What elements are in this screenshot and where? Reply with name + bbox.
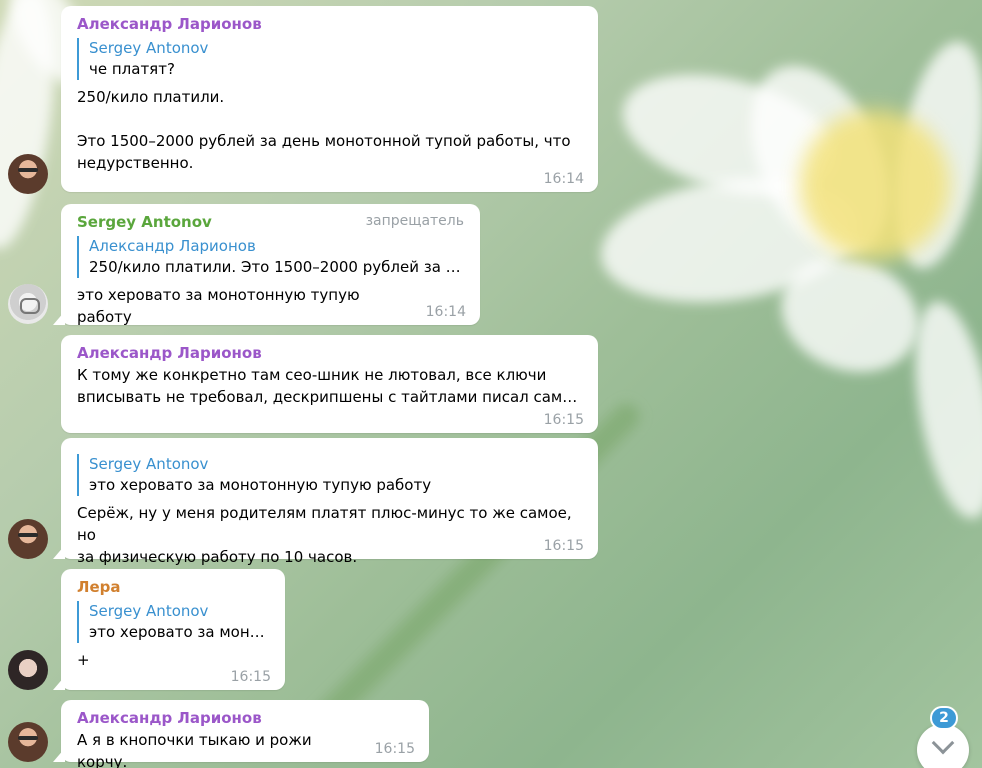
reply-quote[interactable]: Sergey Antonov это херовато за моно… (77, 601, 269, 643)
message-text: Серёж, ну у меня родителям платят плюс-м… (77, 504, 572, 566)
message-time: 16:15 (543, 538, 584, 554)
scroll-down-button[interactable] (917, 724, 969, 768)
avatar[interactable] (8, 722, 48, 762)
message-bubble[interactable]: Sergey Antonov запрещатель Александр Лар… (61, 204, 480, 326)
message-bubble[interactable]: Александр Ларионов К тому же конкретно т… (61, 335, 598, 433)
message-author[interactable]: Александр Ларионов (77, 342, 582, 364)
member-role: запрещатель (365, 213, 464, 229)
message-time: 16:14 (425, 304, 466, 320)
quote-text: это херовато за моно… (89, 623, 269, 641)
message-text: А я в кнопочки тыкаю и рожи корчу. (77, 731, 312, 768)
message-text: К тому же конкретно там сео-шник не люто… (77, 366, 578, 406)
reply-quote[interactable]: Sergey Antonov это херовато за монотонну… (77, 454, 582, 496)
message-bubble[interactable]: Sergey Antonov это херовато за монотонну… (61, 438, 598, 566)
quote-author: Sergey Antonov (89, 455, 209, 473)
message-bubble[interactable]: Лера Sergey Antonov это херовато за моно… (61, 569, 285, 690)
message-author[interactable]: Лера (77, 576, 269, 598)
message-list[interactable]: Александр Ларионов Sergey Antonov че пла… (0, 0, 982, 768)
avatar[interactable] (8, 284, 48, 324)
message-text: 250/кило платили. Это 1500–2000 рублей з… (77, 88, 571, 172)
unread-count-badge[interactable]: 2 (930, 706, 958, 730)
quote-text: че платят? (89, 60, 175, 78)
message-bubble[interactable]: Александр Ларионов Sergey Antonov че пла… (61, 6, 598, 192)
avatar[interactable] (8, 154, 48, 194)
message-author[interactable]: Александр Ларионов (77, 707, 413, 729)
avatar[interactable] (8, 650, 48, 690)
message-text: + (77, 651, 90, 669)
quote-text: это херовато за монотонную тупую работу (89, 476, 432, 494)
chevron-down-icon (931, 731, 955, 755)
message-time: 16:15 (543, 412, 584, 428)
reply-quote[interactable]: Александр Ларионов 250/кило платили. Это… (77, 236, 464, 278)
message-bubble[interactable]: Александр Ларионов А я в кнопочки тыкаю … (61, 700, 429, 768)
reply-quote[interactable]: Sergey Antonov че платят? (77, 38, 582, 80)
message-time: 16:15 (374, 741, 415, 757)
message-time: 16:15 (230, 669, 271, 685)
quote-text: 250/кило платили. Это 1500–2000 рублей з… (89, 258, 464, 276)
quote-author: Sergey Antonov (89, 39, 209, 57)
message-text: это херовато за монотонную тупую работу (77, 286, 360, 326)
quote-author: Sergey Antonov (89, 602, 209, 620)
message-author[interactable]: Александр Ларионов (77, 13, 582, 35)
message-time: 16:14 (543, 171, 584, 187)
avatar[interactable] (8, 519, 48, 559)
quote-author: Александр Ларионов (89, 237, 256, 255)
